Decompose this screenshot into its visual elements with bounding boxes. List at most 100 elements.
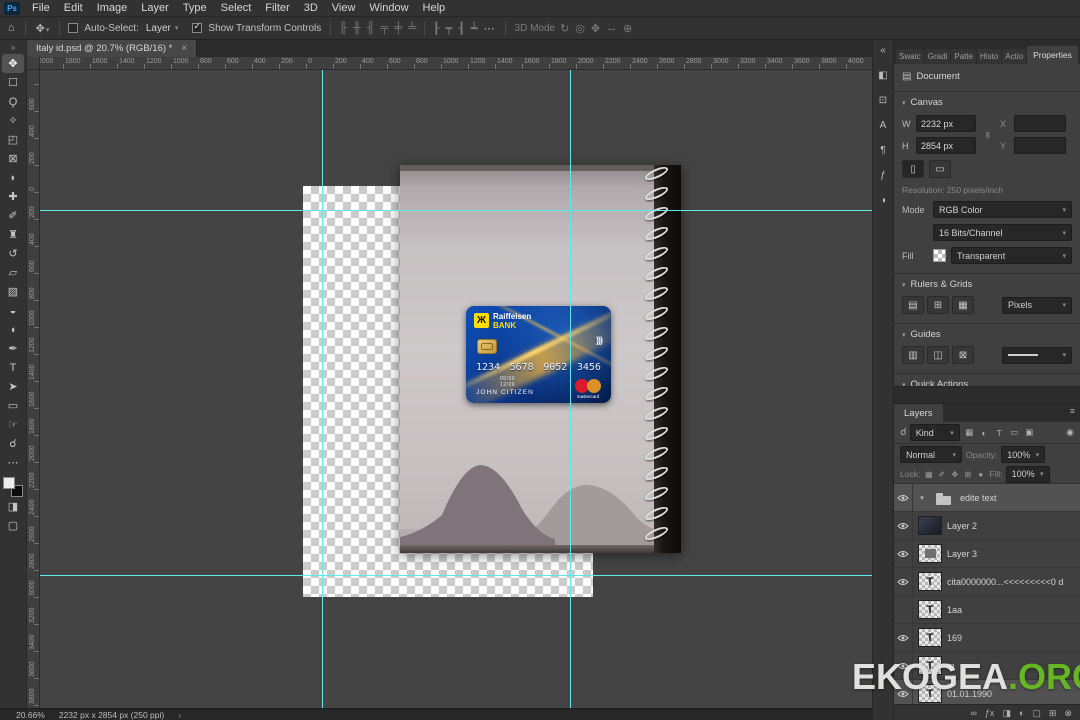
brush-tool[interactable]: ✐: [2, 206, 24, 225]
quick-selection-tool[interactable]: ✧: [2, 111, 24, 130]
guide-horizontal-1[interactable]: [40, 210, 872, 211]
layer-visibility-toggle[interactable]: [894, 512, 913, 539]
3d-roll-icon[interactable]: ◎: [573, 22, 587, 35]
layers-tab[interactable]: Layers: [894, 404, 943, 422]
layer-visibility-toggle[interactable]: [894, 568, 913, 595]
menu-item[interactable]: Filter: [258, 2, 296, 14]
edite text[interactable]: ▾ edite text: [894, 484, 1080, 512]
layer-visibility-toggle[interactable]: [894, 540, 913, 567]
edit-toolbar-icon[interactable]: ⋯: [2, 453, 24, 472]
lock-guides-icon[interactable]: ◫: [927, 346, 949, 364]
align-right-icon[interactable]: ╢: [365, 22, 377, 34]
vertical-ruler[interactable]: 600 400 200 0 200 400 600 800 1000 1200 1400 1600 18…: [27, 70, 40, 708]
align-center-h-icon[interactable]: ╫: [351, 22, 363, 34]
color-swatches[interactable]: [3, 477, 23, 497]
filter-toggle-icon[interactable]: ◉: [1066, 427, 1074, 438]
menu-item[interactable]: Help: [416, 2, 453, 14]
3d-slide-icon[interactable]: ↔: [604, 22, 619, 35]
panel-tab[interactable]: Swatc: [896, 49, 924, 64]
new-guide-layout-icon[interactable]: ▥: [902, 346, 924, 364]
Layer 3[interactable]: ▾ Layer 3: [894, 540, 1080, 568]
layer-effects-icon[interactable]: ƒx: [985, 708, 995, 718]
01.01.1990[interactable]: ▾ 01.01.1990: [894, 680, 1080, 704]
status-menu-icon[interactable]: ›: [178, 710, 181, 720]
3d-scale-icon[interactable]: ⊕: [621, 22, 634, 35]
color-mode-dropdown[interactable]: RGB Color: [933, 201, 1072, 218]
layer-thumbnail[interactable]: [918, 656, 942, 675]
guide-horizontal-2[interactable]: [40, 575, 872, 576]
horizontal-ruler[interactable]: 2000180016001400120010008006004002000200…: [40, 57, 872, 70]
link-layers-icon[interactable]: ∞: [971, 708, 977, 718]
align-bottom-icon[interactable]: ╧: [406, 22, 418, 34]
zoom-tool[interactable]: ☌: [2, 434, 24, 453]
new-group-icon[interactable]: ▢: [1032, 708, 1041, 718]
menu-item[interactable]: 3D: [297, 2, 325, 14]
panel-tab[interactable]: Gradi: [924, 49, 951, 64]
filter-kind-dropdown[interactable]: Kind: [909, 424, 960, 441]
auto-select-dropdown[interactable]: Layer: [142, 22, 183, 35]
lasso-tool[interactable]: Ϙ: [2, 92, 24, 111]
new-adjustment-icon[interactable]: ◐: [1019, 708, 1024, 718]
m[interactable]: ▾ m: [894, 652, 1080, 680]
pen-tool[interactable]: ✒: [2, 339, 24, 358]
clone-stamp-tool[interactable]: ♜: [2, 225, 24, 244]
canvas-area[interactable]: Ж Raiffeisen BANK ))) 1234 5678 9052 3456 0…: [40, 70, 872, 708]
hand-tool[interactable]: ☞: [2, 415, 24, 434]
Layer 2[interactable]: ▾ Layer 2: [894, 512, 1080, 540]
filter-type-icon[interactable]: T: [993, 426, 1006, 440]
width-field[interactable]: 2232 px: [916, 115, 976, 132]
guide-style-dropdown[interactable]: [1002, 346, 1072, 364]
filter-smart-icon[interactable]: ▣: [1023, 426, 1036, 440]
cita0000000...<<<<<<<<<0 d[interactable]: ▾ cita0000000...<<<<<<<<<0 d: [894, 568, 1080, 596]
adjustments-icon[interactable]: ◧: [875, 68, 891, 83]
bit-depth-dropdown[interactable]: 16 Bits/Channel: [933, 224, 1072, 241]
units-dropdown[interactable]: Pixels: [1002, 296, 1072, 314]
show-transform-checkbox[interactable]: [192, 21, 203, 33]
type-tool[interactable]: T: [2, 358, 24, 377]
align-left-icon[interactable]: ╟: [337, 22, 349, 34]
menu-item[interactable]: File: [25, 2, 57, 14]
distribute-vertical-icon[interactable]: ┯: [444, 22, 455, 35]
glyphs-panel-icon[interactable]: ƒ: [875, 168, 891, 183]
app-logo-icon[interactable]: Ps: [4, 1, 20, 15]
layer-thumbnail[interactable]: [918, 600, 942, 619]
layer-mask-icon[interactable]: ◨: [1002, 708, 1011, 718]
layer-thumbnail[interactable]: [931, 488, 955, 507]
collapse-panels-icon[interactable]: «: [875, 43, 891, 58]
delete-layer-icon[interactable]: ⊗: [1064, 708, 1072, 718]
move-tool[interactable]: ✥: [2, 54, 24, 73]
link-dimensions-icon[interactable]: ∞: [983, 131, 993, 137]
3d-rotate-icon[interactable]: ↻: [558, 22, 571, 35]
panel-tab[interactable]: Histo: [977, 49, 1002, 64]
lock-transparent-icon[interactable]: ▦: [923, 468, 934, 480]
distribute-horizontal-icon[interactable]: ┠: [431, 22, 442, 35]
panel-tab[interactable]: Actio: [1002, 49, 1027, 64]
layer-visibility-toggle[interactable]: [894, 680, 913, 704]
lock-artboard-icon[interactable]: ⊞: [962, 468, 973, 480]
crop-tool[interactable]: ◰: [2, 130, 24, 149]
layer-visibility-toggle[interactable]: [894, 484, 913, 511]
y-field[interactable]: [1014, 137, 1066, 154]
history-brush-tool[interactable]: ↺: [2, 244, 24, 263]
landscape-orientation-button[interactable]: ▭: [929, 160, 951, 178]
current-tool-icon[interactable]: ✥▾: [32, 22, 54, 35]
menu-item[interactable]: Type: [176, 2, 214, 14]
zoom-level-field[interactable]: 20.66%: [16, 710, 45, 720]
menu-item[interactable]: Image: [90, 2, 135, 14]
toolbar-collapse-icon[interactable]: »: [11, 43, 15, 52]
align-middle-icon[interactable]: ╪: [392, 22, 404, 34]
layer-thumbnail[interactable]: [918, 628, 942, 647]
opacity-dropdown[interactable]: 100%: [1001, 446, 1046, 463]
section-quick-actions[interactable]: Quick Actions: [894, 373, 1080, 386]
distribute-left-icon[interactable]: ┨: [456, 22, 467, 35]
rectangular-marquee-tool[interactable]: ☐: [2, 73, 24, 92]
eyedropper-tool[interactable]: ◗: [2, 168, 24, 187]
menu-item[interactable]: View: [325, 2, 363, 14]
section-guides[interactable]: Guides: [894, 323, 1080, 340]
panel-tab-properties[interactable]: Properties: [1027, 46, 1078, 64]
color-panel-icon[interactable]: ◑: [875, 193, 891, 208]
panel-tab[interactable]: Patte: [951, 49, 977, 64]
x-field[interactable]: [1014, 115, 1066, 132]
clear-guides-icon[interactable]: ⊠: [952, 346, 974, 364]
guide-vertical-1[interactable]: [322, 70, 323, 708]
